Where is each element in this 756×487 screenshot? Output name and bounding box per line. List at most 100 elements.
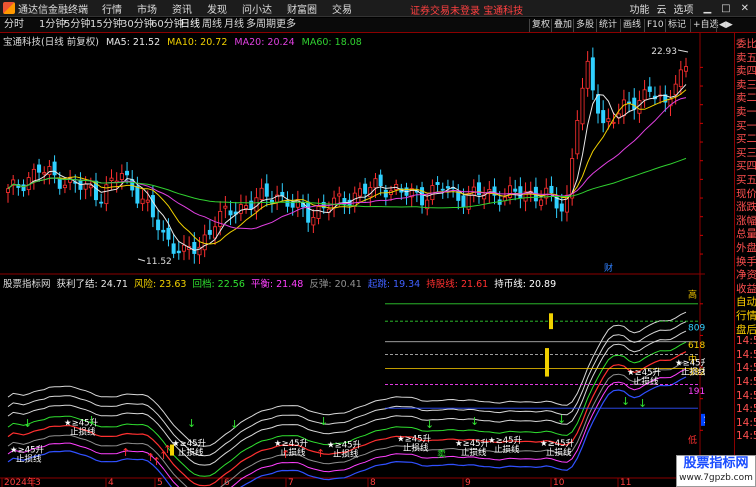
toolbar-arrows-icon[interactable]: ◀▶ bbox=[716, 19, 735, 32]
event-marker: 财 bbox=[604, 262, 613, 274]
candle-body bbox=[238, 204, 243, 214]
period-5min[interactable]: 5分钟 bbox=[64, 18, 90, 32]
candle-body bbox=[461, 195, 466, 208]
quote-panel-label: 14:50 bbox=[736, 362, 756, 375]
period-multi[interactable]: 多周期 bbox=[246, 18, 276, 32]
period-monthly[interactable]: 月线 bbox=[224, 18, 244, 32]
price-low-pointer bbox=[137, 258, 146, 262]
kline-chart-svg[interactable]: 22.0021.0020.0019.0018.0017.0016.0015.00… bbox=[0, 33, 731, 487]
candle-body bbox=[684, 66, 689, 72]
candle-body bbox=[249, 200, 254, 210]
quote-panel-label: 14:5 bbox=[736, 389, 756, 402]
candle-body bbox=[140, 198, 145, 205]
price-high-label: 22.93 bbox=[651, 47, 677, 57]
stock-link[interactable]: 宝通科技 bbox=[483, 6, 523, 17]
stats-button[interactable]: 统计 bbox=[596, 19, 619, 32]
menu-item-hq[interactable]: 行情 bbox=[102, 1, 122, 16]
watermark-title: 股票指标网 bbox=[683, 456, 749, 471]
menu-item-trade[interactable]: 交易 bbox=[332, 1, 352, 16]
candle-body bbox=[673, 83, 678, 96]
menu-bar: 通达信金融终端 行情 市场 资讯 发现 问小达 财富圈 交易 证券交易未登录 宝… bbox=[0, 0, 756, 17]
candle-body bbox=[181, 244, 186, 252]
period-15min[interactable]: 15分钟 bbox=[90, 18, 123, 32]
sell-arrow: ↓ bbox=[470, 415, 479, 428]
menu-cloud[interactable]: 云 bbox=[656, 1, 666, 16]
mark-button[interactable]: 标记 bbox=[665, 19, 688, 32]
period-30min[interactable]: 30分钟 bbox=[121, 18, 154, 32]
quote-panel: 委比 卖五 卖四 卖三 卖二 卖一 买一 买二 买三 买四 买五 现价 涨跌 涨幅 总量 外盘 换手 净资 收益 自动… bbox=[734, 33, 756, 487]
fib-level-label: 618 bbox=[688, 341, 705, 351]
candle-body bbox=[119, 173, 124, 180]
sell-arrow: ↓ bbox=[638, 397, 647, 410]
candle-body bbox=[135, 185, 140, 204]
period-weekly[interactable]: 周线 bbox=[202, 18, 222, 32]
menu-item-ask[interactable]: 问小达 bbox=[242, 1, 272, 16]
candle-body bbox=[213, 226, 218, 239]
candle-body bbox=[559, 203, 564, 212]
overlay-button[interactable]: 叠加 bbox=[551, 19, 574, 32]
chart-area[interactable]: 22.0021.0020.0019.0018.0017.0016.0015.00… bbox=[0, 33, 731, 487]
candle-body bbox=[285, 199, 290, 207]
legend-jump: 起跳: 19.34 bbox=[367, 279, 421, 290]
candle-body bbox=[171, 243, 176, 254]
menu-item-market[interactable]: 市场 bbox=[137, 1, 157, 16]
draw-line-button[interactable]: 画线 bbox=[620, 19, 643, 32]
period-60min[interactable]: 60分钟 bbox=[151, 18, 184, 32]
price-low-label: 11.52 bbox=[146, 257, 172, 267]
fib-level-label: 809 bbox=[688, 324, 705, 334]
candle-body bbox=[311, 217, 316, 226]
candle-body bbox=[52, 161, 57, 176]
candle-body bbox=[373, 178, 378, 189]
legend-pullback: 回档: 22.56 bbox=[192, 279, 245, 290]
candle-body bbox=[244, 205, 249, 209]
candle-body bbox=[21, 184, 26, 192]
period-daily[interactable]: 日线 bbox=[180, 18, 200, 32]
period-1min[interactable]: 1分钟 bbox=[39, 18, 65, 32]
legend-risk: 风险: 23.63 bbox=[134, 279, 187, 290]
date-axis-label: 2024年 bbox=[4, 476, 36, 487]
menu-item-wealth[interactable]: 财富圈 bbox=[287, 1, 317, 16]
adjust-button[interactable]: 复权 bbox=[529, 19, 552, 32]
candle-body bbox=[549, 185, 554, 194]
candle-body bbox=[440, 188, 445, 191]
menu-item-news[interactable]: 资讯 bbox=[172, 1, 192, 16]
candle-body bbox=[642, 89, 647, 101]
site-watermark: 股票指标网 www.7gpzb.com bbox=[676, 455, 756, 487]
main-legend: 宝通科技(日线 前复权) MA5: 21.52 MA10: 20.72 MA20… bbox=[3, 34, 362, 48]
buy-arrow: ↑ bbox=[281, 448, 290, 461]
stop-loss-label: 止损线 bbox=[403, 442, 429, 453]
quote-panel-label: 14:5 bbox=[736, 430, 756, 443]
candle-body bbox=[518, 186, 523, 199]
multi-stock-button[interactable]: 多股 bbox=[573, 19, 596, 32]
candle-body bbox=[290, 202, 295, 208]
close-icon[interactable]: ✕ bbox=[741, 3, 749, 14]
candle-body bbox=[606, 118, 611, 123]
login-status[interactable]: 证券交易未登录 宝通科技 bbox=[410, 2, 523, 17]
candle-body bbox=[471, 186, 476, 196]
legend-ma60: MA60: 18.08 bbox=[301, 37, 362, 48]
stop-loss-label: 止损线 bbox=[178, 447, 204, 458]
candle-body bbox=[99, 201, 104, 204]
buy-arrow: ↑ bbox=[163, 443, 172, 456]
menu-right: 功能 云 选项 ▁ □ ✕ bbox=[629, 0, 756, 17]
candle-body bbox=[207, 229, 212, 235]
maximize-icon[interactable]: □ bbox=[721, 3, 730, 14]
candle-body bbox=[31, 168, 36, 183]
menu-item-discover[interactable]: 发现 bbox=[207, 1, 227, 16]
candle-body bbox=[647, 86, 652, 92]
candle-body bbox=[280, 191, 285, 197]
watermark-url: www.7gpzb.com bbox=[679, 473, 753, 483]
candle-body bbox=[145, 199, 150, 203]
quote-panel-label: 14:5 bbox=[736, 403, 756, 416]
menu-function[interactable]: 功能 bbox=[629, 1, 649, 16]
minimize-icon[interactable]: ▁ bbox=[703, 3, 711, 14]
f10-button[interactable]: F10 bbox=[644, 19, 666, 32]
menu-options[interactable]: 选项 bbox=[673, 1, 693, 16]
period-more[interactable]: 更多 bbox=[276, 18, 296, 32]
candle-body bbox=[192, 241, 197, 254]
app-title: 通达信金融终端 bbox=[18, 4, 88, 16]
candle-body bbox=[264, 183, 269, 197]
candle-body bbox=[445, 186, 450, 189]
period-tick[interactable]: 分时 bbox=[4, 18, 24, 32]
candle-body bbox=[357, 188, 362, 197]
